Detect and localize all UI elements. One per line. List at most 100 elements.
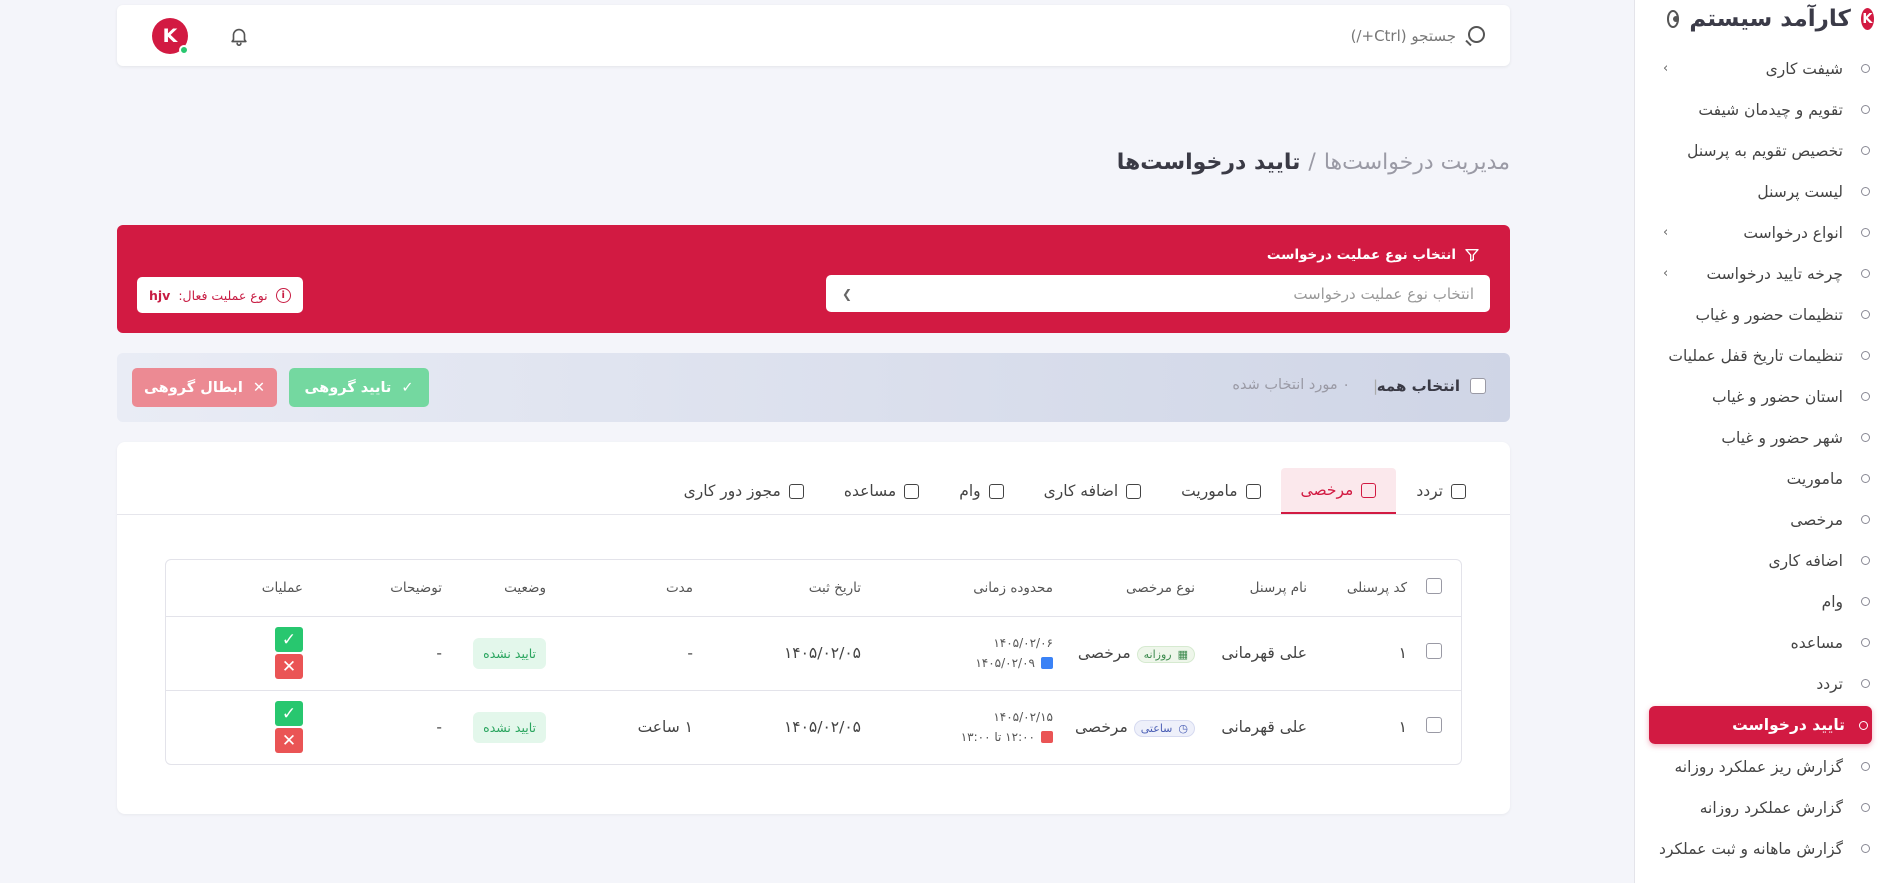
tab[interactable]: ماموریت xyxy=(1161,468,1280,514)
sidebar-item[interactable]: مساعده xyxy=(1635,622,1888,663)
circle-icon xyxy=(1861,351,1870,360)
sidebar-item[interactable]: تنظیمات حضور و غیاب xyxy=(1635,294,1888,335)
tab[interactable]: وام xyxy=(939,468,1023,514)
search-input[interactable] xyxy=(1156,26,1456,45)
sidebar-item[interactable]: شهر حضور و غیاب xyxy=(1635,417,1888,458)
select-all[interactable]: انتخاب همه xyxy=(1377,377,1486,395)
tab[interactable]: مجوز دور کاری xyxy=(664,468,824,514)
topbar-actions: K xyxy=(141,17,250,55)
sidebar-item-label: ماموریت xyxy=(1786,469,1843,488)
circle-icon xyxy=(1861,187,1870,196)
sidebar-item[interactable]: تقویم و چیدمان شیفت xyxy=(1635,89,1888,130)
sidebar-item[interactable]: تایید درخواست xyxy=(1649,706,1872,744)
select-all-label: انتخاب همه xyxy=(1376,377,1460,395)
personnel-name: علی قهرمانی xyxy=(1221,718,1307,737)
row-checkbox[interactable] xyxy=(1426,717,1442,734)
approve-button[interactable]: ✓ xyxy=(275,701,303,727)
avatar[interactable]: K xyxy=(152,17,189,55)
breadcrumb: مدیریت درخواست‌ها / تایید درخواست‌ها xyxy=(1117,150,1510,175)
clock-icon: ◷ xyxy=(1178,721,1188,735)
check-icon: ✓ xyxy=(401,379,414,396)
column-header: عملیات xyxy=(166,560,303,617)
row-checkbox[interactable] xyxy=(1426,643,1442,659)
column-header: وضعیت xyxy=(442,560,546,617)
bulk-cancel-button[interactable]: ✕ ابطال گروهی xyxy=(132,368,277,407)
circle-icon xyxy=(1861,597,1870,606)
circle-icon xyxy=(1859,720,1868,730)
tab-label: مجوز دور کاری xyxy=(683,482,781,500)
sidebar-item-label: انواع درخواست xyxy=(1743,223,1843,242)
table-row: ۱ علی قهرمانی ▦ روزانه مرخصی ۱۴۰۵/۰۲/۰۶ ۱۴۰۵/۰… xyxy=(166,616,1461,691)
tab-label: وام xyxy=(959,482,981,500)
header-checkbox-cell xyxy=(1407,560,1461,617)
sidebar-item-label: شیفت کاری xyxy=(1765,59,1843,78)
brand-logo[interactable]: K xyxy=(1860,8,1874,30)
sidebar-item[interactable]: گزارش ریز عملکرد روزانه xyxy=(1635,746,1888,787)
sidebar-item[interactable]: گزارش عملکرد روزانه xyxy=(1635,787,1888,828)
bulk-approve-button[interactable]: ✓ تایید گروهی xyxy=(289,368,429,407)
app-title: کارآمد سیستم xyxy=(1689,6,1851,32)
circle-icon xyxy=(1861,146,1870,155)
operations-cell: ✓ ✕ xyxy=(166,690,303,764)
row-checkbox-cell xyxy=(1407,616,1461,691)
tab[interactable]: تردد xyxy=(1396,468,1486,514)
close-icon: ✕ xyxy=(281,656,297,677)
circle-icon xyxy=(1861,64,1870,73)
chevron-down-icon: ❯ xyxy=(842,286,853,301)
sidebar-item-label: تقویم و چیدمان شیفت xyxy=(1698,100,1843,119)
tabs-divider xyxy=(117,514,1510,515)
circle-icon xyxy=(1861,310,1870,319)
sidebar-item[interactable]: وام xyxy=(1635,581,1888,622)
duration: ۱ ساعت xyxy=(637,718,693,737)
arrow-right-icon xyxy=(1041,657,1053,669)
search-icon[interactable] xyxy=(1464,25,1486,47)
bell-icon[interactable] xyxy=(228,25,250,47)
sidebar-item[interactable]: تردد xyxy=(1635,663,1888,704)
sidebar-item-label: تایید درخواست xyxy=(1732,716,1845,734)
tab-label: مرخصی xyxy=(1300,481,1354,499)
sidebar-item[interactable]: لیست پرسنل xyxy=(1635,171,1888,212)
reject-button[interactable]: ✕ xyxy=(275,654,303,679)
sidebar-toggle-icon[interactable] xyxy=(1667,10,1680,28)
submit-date: ۱۴۰۵/۰۲/۰۵ xyxy=(693,616,861,691)
tab[interactable]: مرخصی xyxy=(1280,468,1397,514)
sidebar-item[interactable]: اضافه کاری xyxy=(1635,540,1888,581)
briefcase-icon xyxy=(1245,483,1261,499)
sidebar-item[interactable]: شیفت کاری › xyxy=(1635,48,1888,89)
personnel-code: ۱ xyxy=(1398,718,1407,737)
submit-date: ۱۴۰۵/۰۲/۰۵ xyxy=(783,718,861,737)
sidebar-item[interactable]: ماموریت xyxy=(1635,458,1888,499)
column-header: تاریخ ثبت xyxy=(693,560,861,617)
leave-kind-label: روزانه xyxy=(1143,647,1172,661)
tab-label: مساعده xyxy=(843,482,897,500)
sidebar-item[interactable]: گزارش ماهانه و ثبت عملکرد xyxy=(1635,828,1888,869)
header-checkbox[interactable] xyxy=(1426,577,1442,594)
wallet-icon xyxy=(904,483,920,499)
operations-cell: ✓ ✕ xyxy=(166,616,303,691)
circle-icon xyxy=(1861,556,1870,565)
requests-table: کد پرسنلی نام پرسنل نوع مرخصی محدوده زما… xyxy=(165,559,1462,765)
reject-button[interactable]: ✕ xyxy=(275,728,303,754)
select-all-checkbox[interactable] xyxy=(1470,378,1486,394)
sidebar-item[interactable]: انواع درخواست › xyxy=(1635,212,1888,253)
divider: | xyxy=(1372,377,1378,395)
request-type-select[interactable]: انتخاب نوع عملیت درخواست ❯ xyxy=(826,275,1490,312)
sidebar-item[interactable]: چرخه تایید درخواست › xyxy=(1635,253,1888,294)
clock-icon xyxy=(1451,483,1466,499)
column-header: نوع مرخصی xyxy=(1053,560,1195,617)
sidebar-item-label: شهر حضور و غیاب xyxy=(1721,428,1843,447)
table-header-row: کد پرسنلی نام پرسنل نوع مرخصی محدوده زما… xyxy=(166,560,1461,617)
tab[interactable]: مساعده xyxy=(824,468,939,514)
column-header: نام پرسنل xyxy=(1195,560,1327,617)
tab-label: تردد xyxy=(1416,482,1443,500)
approve-button[interactable]: ✓ xyxy=(275,627,303,652)
sidebar-item[interactable]: تخصیص تقویم به پرسنل xyxy=(1635,130,1888,171)
time-range-cell: ۱۴۰۵/۰۲/۰۶ ۱۴۰۵/۰۲/۰۹ xyxy=(861,616,1053,691)
sidebar-item[interactable]: استان حضور و غیاب xyxy=(1635,376,1888,417)
leave-kind-label: ساعتی xyxy=(1140,721,1173,735)
tab[interactable]: اضافه کاری xyxy=(1024,468,1162,514)
breadcrumb-parent[interactable]: مدیریت درخواست‌ها xyxy=(1324,150,1510,175)
sidebar-item[interactable]: مرخصی xyxy=(1635,499,1888,540)
sidebar-item[interactable]: تنظیمات تاریخ قفل عملیات xyxy=(1635,335,1888,376)
personnel-name: علی قهرمانی xyxy=(1195,616,1327,691)
